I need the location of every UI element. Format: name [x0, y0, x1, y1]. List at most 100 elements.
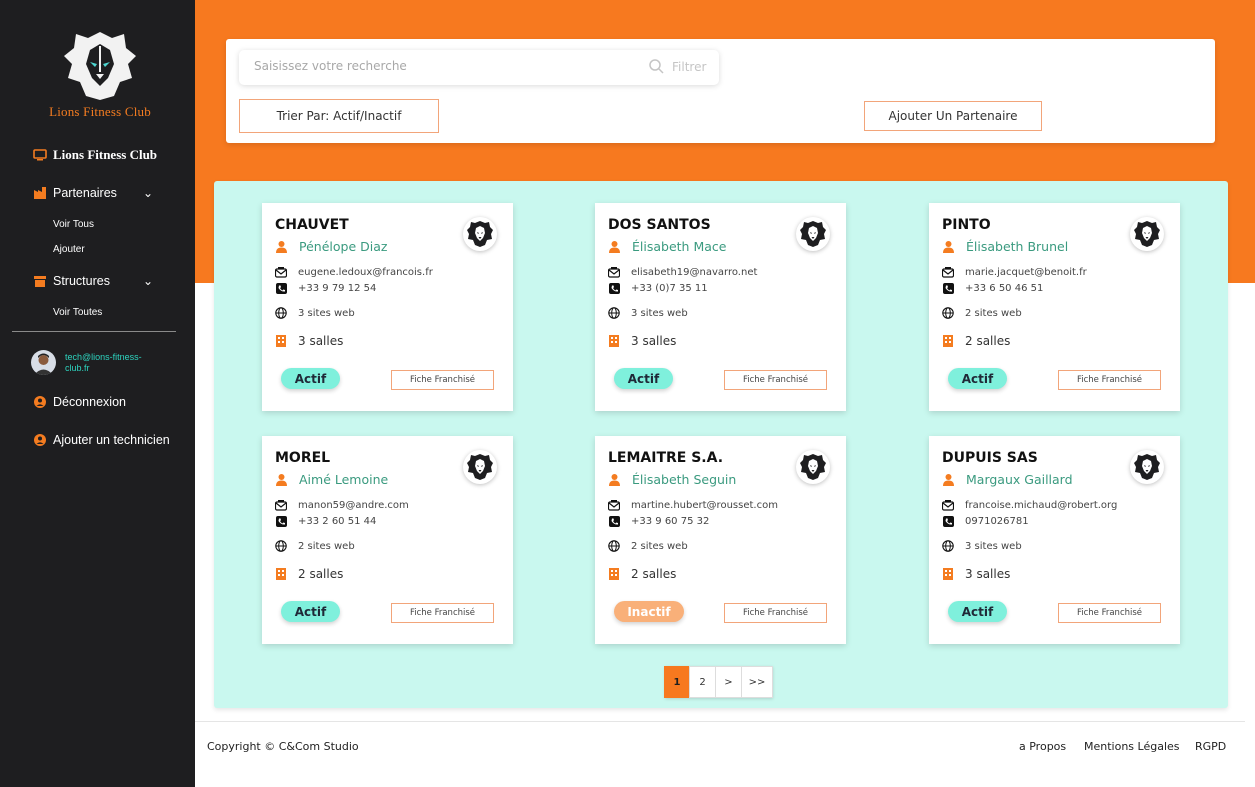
nav-partenaires-label: Partenaires	[53, 186, 117, 200]
phone-row: +33 (0)7 35 11	[608, 282, 708, 294]
sites-row: 3 sites web	[942, 540, 1022, 552]
email-text: marie.jacquet@benoit.fr	[965, 266, 1087, 278]
contact-name: Margaux Gaillard	[966, 472, 1073, 487]
copyright: Copyright © C&Com Studio	[207, 740, 359, 753]
partner-name: DOS SANTOS	[608, 217, 711, 233]
fiche-franchise-button[interactable]: Fiche Franchisé	[391, 603, 494, 623]
phone-row: 0971026781	[942, 515, 1029, 527]
status-badge[interactable]: Actif	[948, 368, 1007, 389]
nav-ajouter[interactable]: Ajouter	[53, 244, 85, 255]
partner-name: MOREL	[275, 450, 331, 466]
store-icon	[33, 274, 47, 288]
fiche-franchise-button[interactable]: Fiche Franchisé	[1058, 603, 1161, 623]
footer-link-mentions[interactable]: Mentions Légales	[1084, 740, 1180, 753]
last-page-button[interactable]: >>	[741, 666, 773, 698]
partner-name: LEMAITRE S.A.	[608, 450, 724, 466]
lion-logo-icon	[463, 217, 497, 251]
search-box: Filtrer	[239, 50, 719, 85]
chevron-down-icon[interactable]: ⌄	[143, 186, 153, 200]
user-profile[interactable]: tech@lions-fitness-club.fr	[31, 350, 165, 375]
nav-partenaires[interactable]: Partenaires	[33, 186, 117, 200]
contact-name: Pénélope Diaz	[299, 239, 388, 254]
salles-row: 2 salles	[275, 567, 343, 581]
nav-voir-tous[interactable]: Voir Tous	[53, 219, 94, 230]
sites-text: 2 sites web	[631, 540, 688, 552]
contact-row: Élisabeth Brunel	[942, 239, 1068, 254]
footer-link-rgpd[interactable]: RGPD	[1195, 740, 1226, 753]
chevron-down-icon[interactable]: ⌄	[143, 274, 153, 288]
mail-icon	[275, 499, 287, 511]
page-2-button[interactable]: 2	[689, 666, 716, 698]
email-text: francoise.michaud@robert.org	[965, 499, 1118, 511]
user-icon	[942, 240, 954, 253]
status-badge[interactable]: Actif	[948, 601, 1007, 622]
search-panel: Filtrer Trier Par: Actif/Inactif Ajouter…	[226, 39, 1215, 143]
nav-structures-label: Structures	[53, 274, 110, 288]
contact-row: Aimé Lemoine	[275, 472, 388, 487]
fiche-franchise-button[interactable]: Fiche Franchisé	[724, 370, 827, 390]
next-page-button[interactable]: >	[715, 666, 742, 698]
salles-text: 2 salles	[298, 567, 344, 581]
salles-text: 3 salles	[965, 567, 1011, 581]
globe-icon	[608, 307, 620, 319]
logout-label: Déconnexion	[53, 395, 126, 409]
email-text: martine.hubert@rousset.com	[631, 499, 778, 511]
building-icon	[275, 568, 287, 580]
phone-row: +33 9 60 75 32	[608, 515, 709, 527]
globe-icon	[942, 307, 954, 319]
user-icon	[275, 240, 287, 253]
nav-voir-toutes[interactable]: Voir Toutes	[53, 307, 102, 318]
add-partner-button[interactable]: Ajouter Un Partenaire	[864, 101, 1042, 131]
fiche-franchise-button[interactable]: Fiche Franchisé	[1058, 370, 1161, 390]
footer-link-apropos[interactable]: a Propos	[1019, 740, 1066, 753]
user-icon	[608, 473, 620, 486]
mail-icon	[608, 499, 620, 511]
email-row: francoise.michaud@robert.org	[942, 499, 1117, 511]
nav-structures[interactable]: Structures	[33, 274, 110, 288]
phone-text: 0971026781	[965, 515, 1029, 527]
nav-home[interactable]: Lions Fitness Club	[33, 147, 157, 163]
phone-row: +33 2 60 51 44	[275, 515, 376, 527]
monitor-icon	[33, 148, 47, 162]
salles-text: 2 salles	[965, 334, 1011, 348]
email-text: eugene.ledoux@francois.fr	[298, 266, 433, 278]
phone-icon	[608, 515, 620, 527]
mail-icon	[942, 499, 954, 511]
salles-text: 2 salles	[631, 567, 677, 581]
contact-row: Élisabeth Mace	[608, 239, 726, 254]
partner-card: MOREL Aimé Lemoine manon59@andre.com +33 2 …	[262, 436, 513, 644]
mail-icon	[942, 266, 954, 278]
add-technician-link[interactable]: Ajouter un technicien	[33, 433, 170, 447]
footer: Copyright © C&Com Studio a Propos Mentio…	[195, 721, 1245, 787]
building-icon	[608, 568, 620, 580]
status-badge[interactable]: Actif	[281, 601, 340, 622]
partner-card: DOS SANTOS Élisabeth Mace elisabeth19@nava…	[595, 203, 846, 411]
salles-text: 3 salles	[298, 334, 344, 348]
phone-text: +33 9 60 75 32	[631, 515, 710, 527]
globe-icon	[275, 540, 287, 552]
fiche-franchise-button[interactable]: Fiche Franchisé	[724, 603, 827, 623]
factory-icon	[33, 186, 47, 200]
sort-button[interactable]: Trier Par: Actif/Inactif	[239, 99, 439, 133]
partner-name: DUPUIS SAS	[942, 450, 1038, 466]
status-badge[interactable]: Actif	[614, 368, 673, 389]
contact-name: Élisabeth Seguin	[632, 472, 737, 487]
brand-logo[interactable]: Lions Fitness Club	[30, 30, 170, 120]
phone-text: +33 (0)7 35 11	[631, 282, 708, 294]
sites-text: 3 sites web	[298, 307, 355, 319]
sites-row: 3 sites web	[275, 307, 355, 319]
status-badge[interactable]: Actif	[281, 368, 340, 389]
sidebar: Lions Fitness Club Lions Fitness Club Pa…	[0, 0, 195, 787]
contact-row: Pénélope Diaz	[275, 239, 387, 254]
salles-text: 3 salles	[631, 334, 677, 348]
logout-link[interactable]: Déconnexion	[33, 395, 126, 409]
contact-name: Aimé Lemoine	[299, 472, 389, 487]
fiche-franchise-button[interactable]: Fiche Franchisé	[391, 370, 494, 390]
filter-button[interactable]: Filtrer	[649, 59, 706, 74]
user-circle-icon	[33, 395, 47, 409]
status-badge[interactable]: Inactif	[614, 601, 684, 622]
salles-row: 2 salles	[942, 334, 1010, 348]
search-icon	[649, 59, 664, 74]
search-input[interactable]	[254, 59, 634, 73]
page-1-button[interactable]: 1	[664, 666, 690, 698]
